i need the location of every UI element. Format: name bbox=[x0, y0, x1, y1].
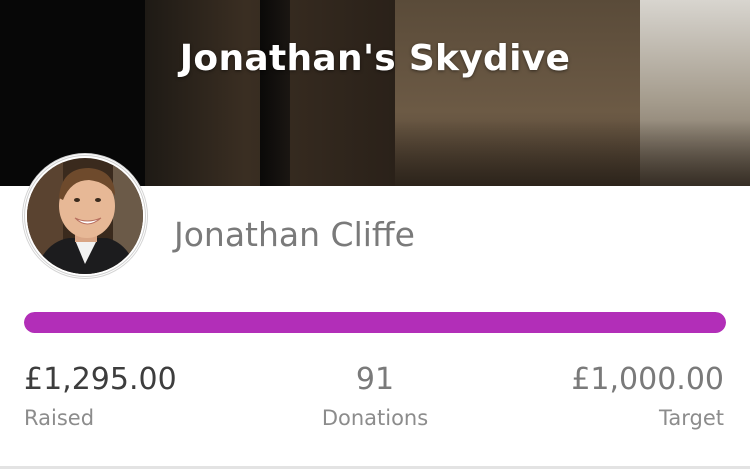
raised-amount: £1,295.00 bbox=[24, 362, 177, 397]
donations-label: Donations bbox=[321, 406, 429, 430]
target-label: Target bbox=[659, 406, 724, 430]
donations-count: 91 bbox=[355, 362, 395, 397]
progress-bar bbox=[24, 312, 726, 333]
fundraiser-name: Jonathan Cliffe bbox=[174, 215, 415, 254]
page-title: Jonathan's Skydive bbox=[179, 38, 571, 79]
avatar[interactable] bbox=[23, 154, 147, 278]
raised-label: Raised bbox=[24, 406, 95, 430]
cover-banner: Jonathan's Skydive bbox=[0, 0, 750, 186]
target-amount: £1,000.00 bbox=[571, 362, 724, 397]
progress-fill bbox=[24, 312, 726, 333]
fundraising-page: Jonathan's Skydive Jonathan Cliffe £1,29… bbox=[0, 0, 750, 469]
profile-photo-icon bbox=[24, 155, 146, 277]
